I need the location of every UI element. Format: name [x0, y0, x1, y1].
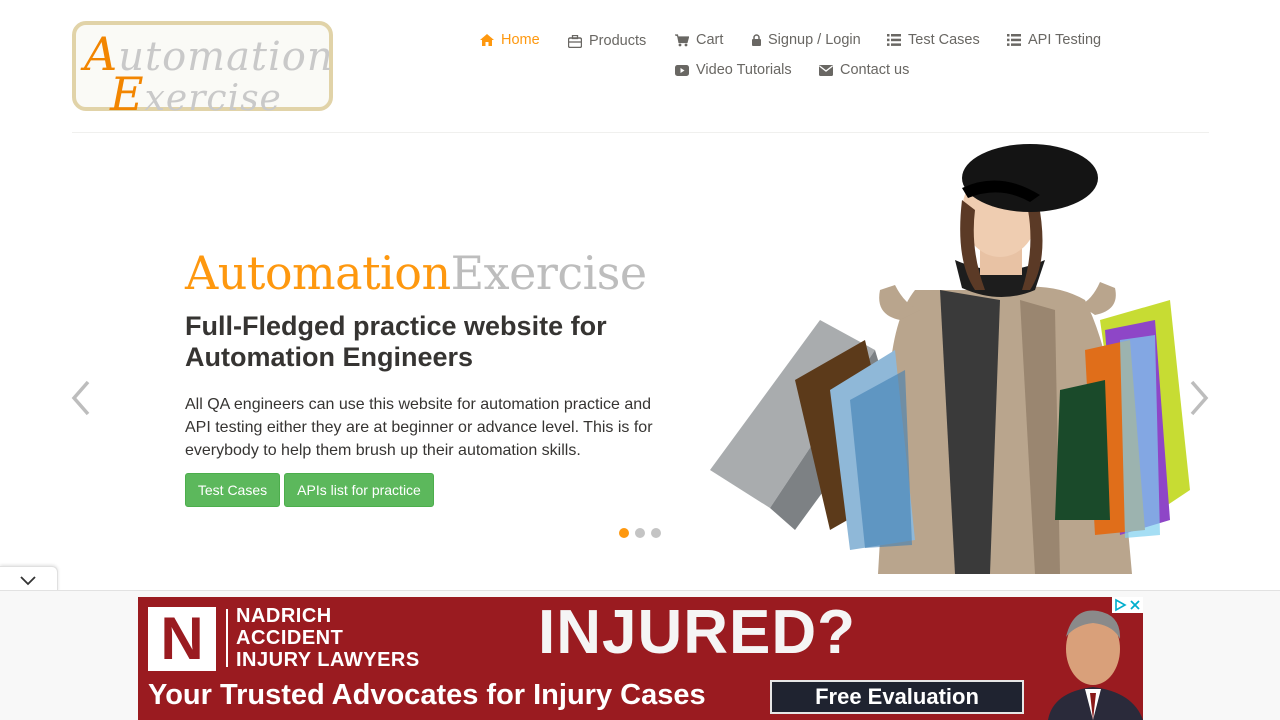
ad-tagline: Your Trusted Advocates for Injury Cases — [148, 679, 706, 711]
close-icon[interactable] — [1129, 599, 1141, 611]
nav-test-cases[interactable]: Test Cases — [887, 30, 980, 50]
nav-signup-login-label: Signup / Login — [768, 32, 861, 48]
logo-letter-e: E — [110, 67, 145, 121]
ad-collapse-tab[interactable] — [0, 566, 58, 592]
ad-firm-line-1: NADRICH — [236, 605, 332, 627]
hero-description: All QA engineers can use this website fo… — [185, 396, 653, 459]
nav-test-cases-label: Test Cases — [908, 32, 980, 48]
list-icon — [1007, 34, 1021, 46]
nav-home-label: Home — [501, 32, 540, 48]
header-divider — [72, 132, 1209, 133]
ad-logo-divider — [226, 609, 228, 667]
slider-dot-2[interactable] — [635, 528, 645, 538]
nav-products[interactable]: Products — [568, 31, 646, 51]
hero-brand-title: AutomationExercise — [185, 246, 647, 300]
hero-brand-part-2: Exercise — [450, 246, 648, 300]
list-icon — [887, 34, 901, 46]
hero-brand-part-1: Automation — [185, 246, 451, 300]
youtube-icon — [675, 64, 689, 76]
nav-video-tutorials[interactable]: Video Tutorials — [675, 60, 792, 80]
nav-products-label: Products — [589, 33, 647, 49]
lock-icon — [752, 34, 761, 46]
envelope-icon — [819, 64, 833, 76]
nav-cart-label: Cart — [696, 32, 724, 48]
logo-line-2: Exercise — [110, 67, 282, 121]
slider-dot-1[interactable] — [619, 528, 629, 538]
ad-choices-badge[interactable] — [1112, 597, 1143, 613]
hero-shopping-girl-image — [710, 144, 1190, 574]
ad-lawyer-photo — [1043, 597, 1143, 720]
ad-headline: INJURED? — [538, 598, 857, 667]
cart-icon — [675, 33, 689, 46]
ad-firm-line-2: ACCIDENT — [236, 627, 344, 649]
adchoices-icon — [1115, 598, 1127, 612]
ad-logo-letter: N — [160, 605, 204, 672]
ad-firm-logo: N — [148, 607, 216, 671]
chevron-down-icon — [20, 576, 36, 586]
slider-dot-3[interactable] — [651, 528, 661, 538]
site-logo[interactable]: Automation Exercise — [72, 21, 333, 121]
test-cases-button[interactable]: Test Cases — [185, 473, 280, 507]
nav-video-tutorials-label: Video Tutorials — [696, 62, 792, 78]
home-icon — [480, 34, 494, 46]
ad-free-evaluation-button[interactable]: Free Evaluation — [770, 680, 1024, 714]
nav-signup-login[interactable]: Signup / Login — [752, 30, 861, 50]
nav-contact-us-label: Contact us — [840, 62, 910, 78]
nav-api-testing[interactable]: API Testing — [1007, 30, 1101, 50]
logo-text-2: xercise — [144, 78, 282, 119]
nav-contact-us[interactable]: Contact us — [819, 60, 909, 80]
nav-cart[interactable]: Cart — [675, 30, 723, 50]
briefcase-icon — [568, 34, 582, 48]
site-header: Automation Exercise Home Products Cart S… — [0, 0, 1280, 133]
ad-banner[interactable]: N NADRICH ACCIDENT INJURY LAWYERS INJURE… — [138, 597, 1143, 720]
hero-headline: Full-Fledged practice website for Automa… — [185, 311, 607, 372]
ad-firm-line-3: INJURY LAWYERS — [236, 649, 420, 671]
nav-home[interactable]: Home — [480, 30, 540, 50]
slider-prev-arrow[interactable] — [68, 378, 94, 418]
apis-list-button[interactable]: APIs list for practice — [284, 473, 434, 507]
ad-firm-name: NADRICH ACCIDENT INJURY LAWYERS — [236, 605, 420, 671]
nav-api-testing-label: API Testing — [1028, 32, 1102, 48]
